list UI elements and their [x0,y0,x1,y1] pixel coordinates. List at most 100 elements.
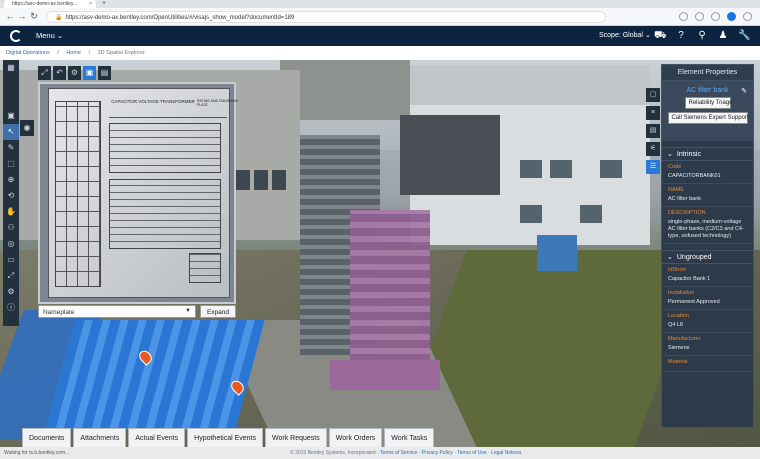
fit-view-icon[interactable]: ⤢ [38,66,51,80]
edit-icon[interactable]: ✎ [741,87,747,95]
layers-icon[interactable]: ≡ [646,106,660,120]
plate-right-title: RATING AND DIAGRAMS PLATE [197,99,238,107]
reliability-triage-button[interactable]: Reliability Triage [684,97,733,109]
tab-documents[interactable]: Documents [22,428,72,447]
tab-work-orders[interactable]: Work Orders [328,428,383,447]
property-value: single-phase, medium-voltage AC filter b… [668,219,744,239]
property-field: Material [662,356,753,372]
settings-icon[interactable]: ⚙ [3,284,19,300]
section-icon[interactable]: ▭ [3,252,19,268]
footer-link[interactable]: Privacy Policy [422,450,453,456]
fit-view-icon[interactable]: ⤢ [3,268,19,284]
left-toolbar: ▦ ▣ ↖ ✎ ⬚ ⊕ ⟲ ✋ ⚇ ◎ ▭ ⤢ ⚙ ⓘ [3,60,19,326]
clip-icon[interactable]: ⬚ [3,156,19,172]
tab-actual-events[interactable]: Actual Events [128,428,186,447]
browser-menu-icon[interactable] [743,12,752,21]
forward-icon[interactable]: → [16,11,28,21]
property-label: Installation [668,290,695,296]
footer-link[interactable]: Legal Notices [491,450,521,456]
section-intrinsic[interactable]: ⌄ Intrinsic [662,147,753,161]
reload-icon[interactable]: ↻ [28,11,40,22]
right-toolbar: ▢ ≡ ▤ ⚟ ☰ [646,88,660,174]
back-icon[interactable]: ← [4,11,16,21]
tab-attachments[interactable]: Attachments [73,428,127,447]
new-tab-icon[interactable]: + [102,0,106,7]
breadcrumb-item[interactable]: Home [66,50,81,56]
expand-button[interactable]: Expand [200,305,236,318]
capacitor-bank-base[interactable] [330,360,440,390]
close-tab-icon[interactable]: × [89,1,92,7]
nameplate-photo: CAPACITOR VOLTAGE TRANSFORMER RATING AND… [48,88,238,298]
stack-icon[interactable]: ▤ [98,66,111,80]
element-name: AC filter bank [686,87,729,94]
document-icon[interactable]: ▢ [646,88,660,102]
browser-tab[interactable]: https://asv-demo-ax.bentley... × [4,0,96,8]
scene-blue-container[interactable] [537,235,577,271]
layers-icon[interactable]: ▦ [3,60,19,76]
property-value: Siemens [668,345,690,351]
search-icon[interactable]: ⚲ [696,30,708,42]
section-ungrouped[interactable]: ⌄ Ungrouped [662,250,753,264]
property-field: Location Q4 L8 [662,310,753,333]
camera-icon[interactable]: ◎ [3,236,19,252]
zoom-icon[interactable]: ⊕ [3,172,19,188]
stack-icon[interactable]: ▤ [646,124,660,138]
bentley-logo-icon[interactable] [10,30,22,42]
footer-link[interactable]: Terms of Service [380,450,417,456]
app-header: Menu ⌄ Scope: Global ⌄ ⛟ ? ⚲ ♟ 🔧 [0,26,760,46]
tree-icon[interactable]: ⚟ [646,142,660,156]
property-label: NAME [668,187,684,193]
tab-work-requests[interactable]: Work Requests [265,428,327,447]
plate-title: CAPACITOR VOLTAGE TRANSFORMER [111,99,195,104]
select-icon[interactable]: ↖ [3,124,19,140]
property-field: DESCRIPTION single-phase, medium-voltage … [662,207,753,244]
basket-icon[interactable]: ⛟ [654,30,667,42]
gear-icon[interactable]: ⚙ [68,66,81,80]
rotate-icon[interactable]: ⟲ [3,188,19,204]
breadcrumb: Digital Operations / Home / 3D Spatial E… [0,46,760,60]
undo-view-icon[interactable]: ↶ [53,66,66,80]
extension-icon[interactable] [695,12,704,21]
breadcrumb-item[interactable]: Digital Operations [6,50,50,56]
walk-icon[interactable]: ⚇ [3,220,19,236]
browser-tab-bar: https://asv-demo-ax.bentley... × + [0,0,760,8]
extension-icon-2[interactable] [711,12,720,21]
section-label: Ungrouped [676,254,712,261]
view-icon[interactable]: ▣ [3,108,19,124]
property-label: Manufacturer [668,336,701,342]
property-field: Installation Permanent Approved [662,287,753,310]
cube-icon[interactable]: ▣ [83,66,96,80]
properties-icon[interactable]: ☰ [646,160,660,174]
user-icon[interactable]: ♟ [717,30,729,42]
property-field: IdShort Capacitor Bank 1 [662,264,753,287]
scene-blue-equipment[interactable] [45,320,265,430]
property-value: Permanent Approved [668,299,720,305]
help-icon[interactable]: ? [675,30,687,42]
tab-work-tasks[interactable]: Work Tasks [384,428,435,447]
wrench-icon[interactable]: 🔧 [738,30,750,42]
profile-icon[interactable] [727,12,736,21]
property-label: IdShort [668,267,686,273]
element-properties-panel: Element Properties AC filter bank ✎ Reli… [661,64,754,428]
property-value: Q4 L8 [668,322,683,328]
scope-selector[interactable]: Scope: Global ⌄ [599,31,651,39]
measure-icon[interactable]: ✎ [3,140,19,156]
chevron-down-icon: ⌄ [667,254,673,261]
siemens-expert-support-button[interactable]: Call Siemens Expert Support [667,112,749,124]
url-field[interactable]: 🔒 https://asv-demo-ax.bentley.com/OpenUti… [46,11,606,23]
menu-button[interactable]: Menu ⌄ [36,31,63,40]
tab-hypothetical-events[interactable]: Hypothetical Events [187,428,264,447]
breadcrumb-current: 3D Spatial Explorer [97,50,145,56]
info-icon[interactable]: ⓘ [3,300,19,316]
document-select[interactable]: Nameplate ▼ [38,305,196,318]
target-icon[interactable]: ◉ [20,120,34,136]
wiring-diagram [55,101,101,287]
property-label: Code [668,164,682,170]
footer-link[interactable]: Terms of Use [457,450,486,456]
properties-title: Element Properties [662,65,753,81]
bookmark-icon[interactable] [679,12,688,21]
pan-icon[interactable]: ✋ [3,204,19,220]
blank-tool [3,92,19,108]
lock-icon: 🔒 [55,15,63,21]
property-label: Material [668,359,688,365]
